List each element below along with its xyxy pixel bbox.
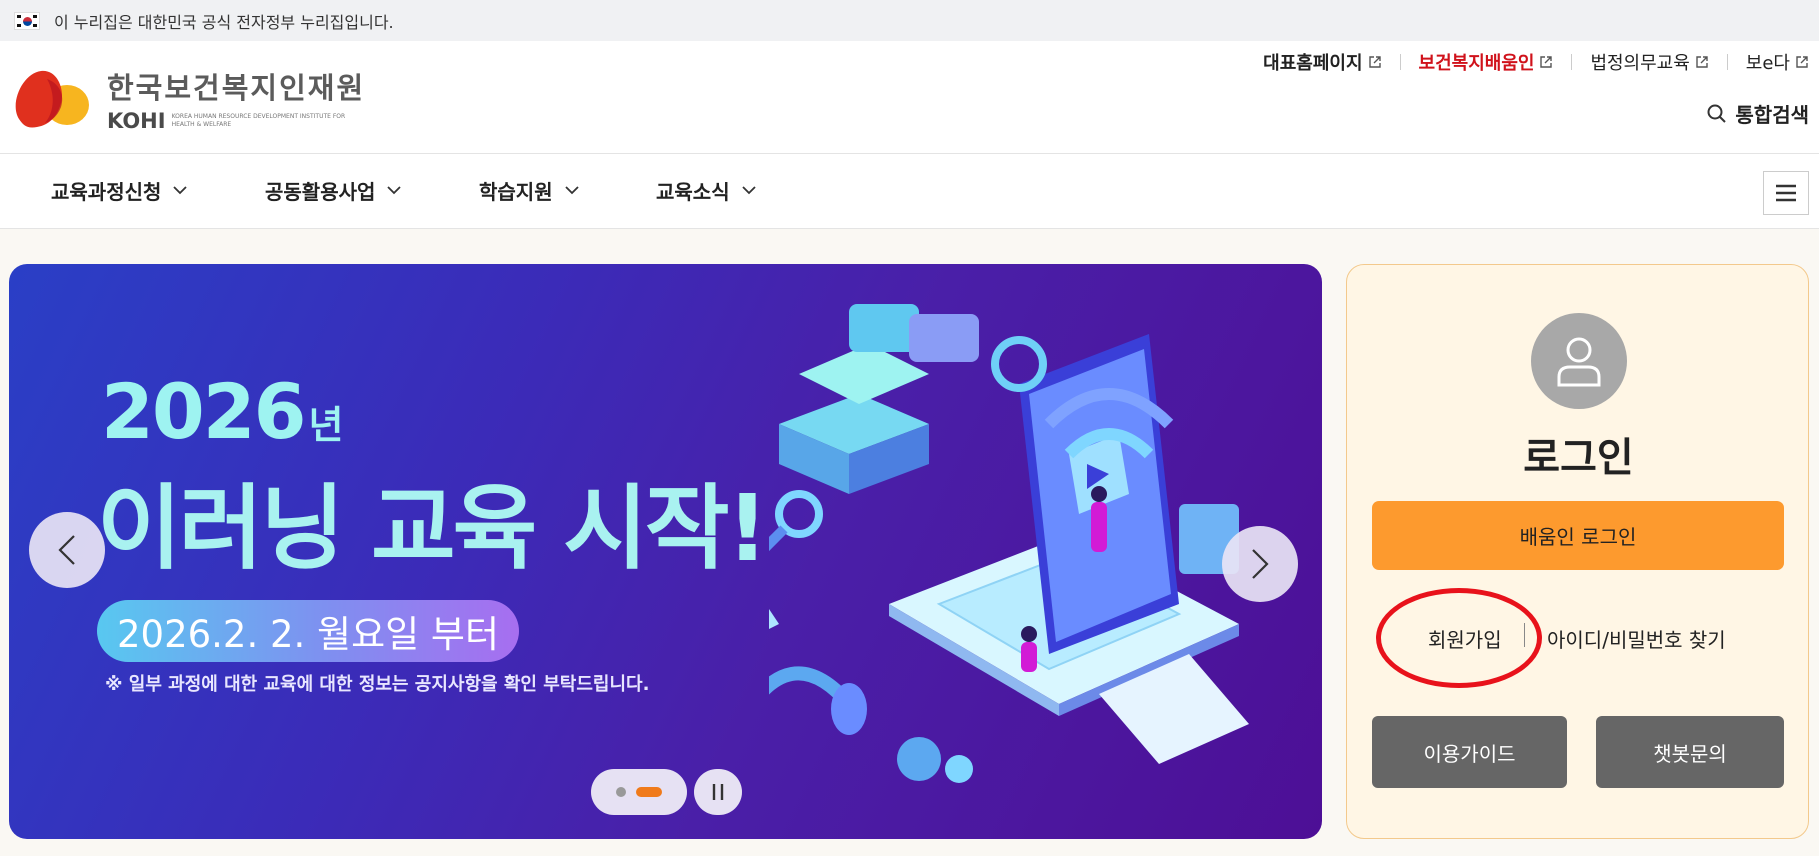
chevron-down-icon (564, 186, 579, 195)
logo-english-name: KOHI (107, 109, 166, 133)
user-guide-button[interactable]: 이용가이드 (1372, 716, 1567, 788)
chevron-down-icon (387, 186, 402, 195)
avatar (1531, 313, 1627, 409)
top-link-mandatory-education[interactable]: 법정의무교육 (1580, 49, 1718, 75)
chevron-down-icon (741, 186, 756, 195)
hamburger-icon (1776, 184, 1796, 202)
login-panel: 로그인 배움인 로그인 회원가입 아이디/비밀번호 찾기 이용가이드 챗봇문의 (1346, 264, 1809, 839)
main-nav: 교육과정신청 공동활용사업 학습지원 교육소식 (0, 153, 1819, 229)
banner-prev-button[interactable] (29, 512, 105, 588)
top-link-main-homepage[interactable]: 대표홈페이지 (1253, 49, 1391, 75)
integrated-search-button[interactable]: 통합검색 (1707, 99, 1809, 128)
external-link-icon (1540, 56, 1553, 68)
gov-banner: 이 누리집은 대한민국 공식 전자정부 누리집입니다. (0, 0, 1819, 41)
gov-banner-text: 이 누리집은 대한민국 공식 전자정부 누리집입니다. (54, 12, 394, 32)
logo-korean-name: 한국보건복지인재원 (107, 71, 366, 105)
banner-pagination[interactable] (591, 769, 687, 815)
login-title: 로그인 (1523, 435, 1634, 481)
external-link-icon (1696, 56, 1708, 68)
chevron-down-icon (173, 186, 188, 195)
external-link-icon (1368, 56, 1381, 68)
pause-icon (712, 784, 724, 800)
signup-link[interactable]: 회원가입 (1428, 624, 1502, 653)
nav-item-learning-support[interactable]: 학습지원 (479, 176, 579, 205)
banner-pause-button[interactable] (694, 769, 742, 815)
search-label: 통합검색 (1735, 103, 1809, 127)
all-menu-button[interactable] (1763, 171, 1809, 215)
hero-banner[interactable]: 2026 년 이러닝 교육 시작! 2026.2. 2. 월요일 부터 ※ 일부 … (9, 264, 1322, 839)
banner-next-button[interactable] (1222, 526, 1298, 602)
banner-title: 이러닝 교육 시작! (97, 475, 768, 582)
banner-date-pill: 2026.2. 2. 월요일 부터 (97, 600, 520, 662)
nav-item-joint-projects[interactable]: 공동활용사업 (265, 176, 402, 205)
banner-year: 2026 년 (101, 367, 344, 456)
nav-item-course-application[interactable]: 교육과정신청 (51, 176, 188, 205)
site-logo[interactable]: 한국보건복지인재원 KOHI KOREA HUMAN RESOURCE DEVE… (9, 65, 365, 133)
chatbot-inquiry-button[interactable]: 챗봇문의 (1596, 716, 1784, 788)
pagination-dot-active[interactable] (636, 787, 662, 797)
external-link-icon (1796, 56, 1808, 68)
logo-subtitle: KOREA HUMAN RESOURCE DEVELOPMENT INSTITU… (171, 113, 346, 128)
nav-item-education-news[interactable]: 교육소식 (656, 176, 756, 205)
kohi-logo-mark-icon (9, 65, 93, 133)
korean-flag-icon (14, 11, 40, 30)
site-header: 한국보건복지인재원 KOHI KOREA HUMAN RESOURCE DEVE… (0, 41, 1819, 153)
search-icon (1707, 104, 1727, 123)
top-link-boeda[interactable]: 보e다 (1736, 49, 1819, 75)
link-divider (1524, 623, 1525, 647)
baeumin-login-button[interactable]: 배움인 로그인 (1372, 501, 1784, 570)
find-id-password-link[interactable]: 아이디/비밀번호 찾기 (1547, 624, 1726, 653)
top-links: 대표홈페이지 보건복지배움인 법정의무교육 보e다 (1253, 49, 1819, 75)
user-icon (1557, 337, 1601, 387)
banner-note: ※ 일부 과정에 대한 교육에 대한 정보는 공지사항을 확인 부탁드립니다. (105, 674, 650, 695)
chevron-right-icon (1252, 549, 1269, 579)
pagination-dot[interactable] (616, 787, 626, 797)
chevron-left-icon (58, 535, 75, 565)
top-link-baeumin[interactable]: 보건복지배움인 (1409, 49, 1564, 75)
